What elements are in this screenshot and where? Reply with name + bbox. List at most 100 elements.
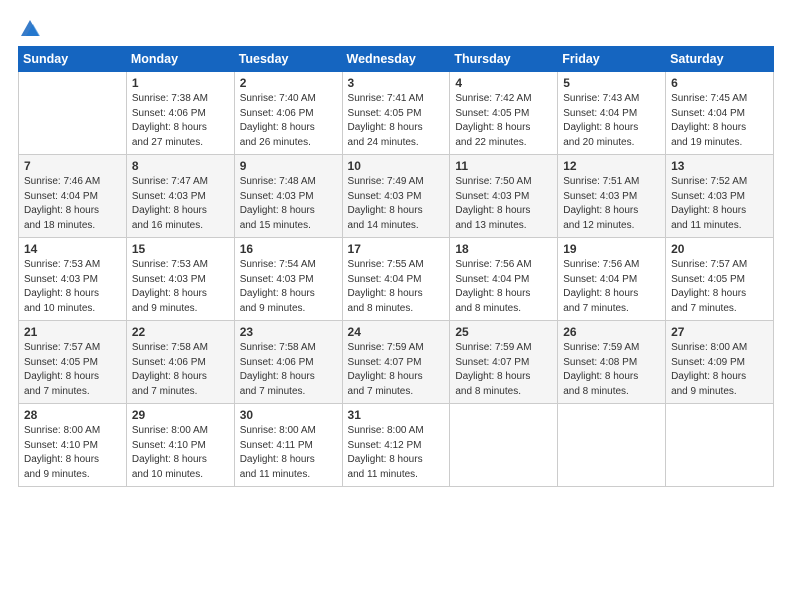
day-number: 20 [671,242,768,256]
day-info: Sunrise: 7:53 AM Sunset: 4:03 PM Dayligh… [132,258,229,316]
day-number: 26 [563,325,660,339]
day-number: 23 [240,325,337,339]
logo-icon [19,18,41,40]
day-cell: 20 Sunrise: 7:57 AM Sunset: 4:05 PM Dayli… [666,238,774,321]
day-info: Sunrise: 7:58 AM Sunset: 4:06 PM Dayligh… [132,341,229,399]
day-number: 14 [24,242,121,256]
day-cell: 14 Sunrise: 7:53 AM Sunset: 4:03 PM Dayli… [19,238,127,321]
day-info: Sunrise: 8:00 AM Sunset: 4:12 PM Dayligh… [348,424,445,482]
day-cell [19,72,127,155]
day-cell: 27 Sunrise: 8:00 AM Sunset: 4:09 PM Dayli… [666,321,774,404]
day-cell: 9Sunrise: 7:48 AM Sunset: 4:03 PM Daylig… [234,155,342,238]
week-row-3: 14 Sunrise: 7:53 AM Sunset: 4:03 PM Dayli… [19,238,774,321]
day-number: 13 [671,159,768,173]
day-info: Sunrise: 7:38 AM Sunset: 4:06 PM Dayligh… [132,92,229,150]
day-cell: 6Sunrise: 7:45 AM Sunset: 4:04 PM Daylig… [666,72,774,155]
day-number: 1 [132,76,229,90]
day-number: 5 [563,76,660,90]
week-row-4: 21 Sunrise: 7:57 AM Sunset: 4:05 PM Dayli… [19,321,774,404]
day-cell: 5 Sunrise: 7:43 AM Sunset: 4:04 PM Daylig… [558,72,666,155]
day-info: Sunrise: 7:46 AM Sunset: 4:04 PM Dayligh… [24,175,121,233]
day-info: Sunrise: 7:59 AM Sunset: 4:07 PM Dayligh… [348,341,445,399]
day-cell: 19Sunrise: 7:56 AM Sunset: 4:04 PM Dayli… [558,238,666,321]
day-number: 2 [240,76,337,90]
day-cell: 26 Sunrise: 7:59 AM Sunset: 4:08 PM Dayli… [558,321,666,404]
day-number: 12 [563,159,660,173]
day-number: 6 [671,76,768,90]
day-cell: 23 Sunrise: 7:58 AM Sunset: 4:06 PM Dayli… [234,321,342,404]
day-info: Sunrise: 7:50 AM Sunset: 4:03 PM Dayligh… [455,175,552,233]
day-info: Sunrise: 7:49 AM Sunset: 4:03 PM Dayligh… [348,175,445,233]
day-number: 31 [348,408,445,422]
day-info: Sunrise: 7:47 AM Sunset: 4:03 PM Dayligh… [132,175,229,233]
day-number: 17 [348,242,445,256]
day-number: 4 [455,76,552,90]
day-info: Sunrise: 7:41 AM Sunset: 4:05 PM Dayligh… [348,92,445,150]
day-cell [666,404,774,487]
day-info: Sunrise: 7:40 AM Sunset: 4:06 PM Dayligh… [240,92,337,150]
day-cell: 24 Sunrise: 7:59 AM Sunset: 4:07 PM Dayli… [342,321,450,404]
day-number: 10 [348,159,445,173]
day-info: Sunrise: 7:59 AM Sunset: 4:08 PM Dayligh… [563,341,660,399]
day-cell: 21 Sunrise: 7:57 AM Sunset: 4:05 PM Dayli… [19,321,127,404]
day-number: 24 [348,325,445,339]
weekday-header-wednesday: Wednesday [342,47,450,72]
day-cell [450,404,558,487]
header [18,18,774,40]
day-cell: 1 Sunrise: 7:38 AM Sunset: 4:06 PM Daylig… [126,72,234,155]
day-cell: 4 Sunrise: 7:42 AM Sunset: 4:05 PM Daylig… [450,72,558,155]
day-info: Sunrise: 7:48 AM Sunset: 4:03 PM Dayligh… [240,175,337,233]
day-number: 22 [132,325,229,339]
weekday-header-sunday: Sunday [19,47,127,72]
day-number: 29 [132,408,229,422]
day-info: Sunrise: 8:00 AM Sunset: 4:11 PM Dayligh… [240,424,337,482]
page: SundayMondayTuesdayWednesdayThursdayFrid… [0,0,792,612]
day-number: 30 [240,408,337,422]
day-cell: 11 Sunrise: 7:50 AM Sunset: 4:03 PM Dayli… [450,155,558,238]
day-cell: 13 Sunrise: 7:52 AM Sunset: 4:03 PM Dayli… [666,155,774,238]
day-info: Sunrise: 8:00 AM Sunset: 4:10 PM Dayligh… [24,424,121,482]
day-number: 11 [455,159,552,173]
day-number: 7 [24,159,121,173]
weekday-header-tuesday: Tuesday [234,47,342,72]
day-info: Sunrise: 7:58 AM Sunset: 4:06 PM Dayligh… [240,341,337,399]
day-info: Sunrise: 7:42 AM Sunset: 4:05 PM Dayligh… [455,92,552,150]
day-number: 27 [671,325,768,339]
day-cell: 2 Sunrise: 7:40 AM Sunset: 4:06 PM Daylig… [234,72,342,155]
logo [18,18,41,40]
day-info: Sunrise: 7:54 AM Sunset: 4:03 PM Dayligh… [240,258,337,316]
day-number: 15 [132,242,229,256]
day-number: 25 [455,325,552,339]
day-cell: 8Sunrise: 7:47 AM Sunset: 4:03 PM Daylig… [126,155,234,238]
day-cell: 31 Sunrise: 8:00 AM Sunset: 4:12 PM Dayli… [342,404,450,487]
week-row-2: 7 Sunrise: 7:46 AM Sunset: 4:04 PM Daylig… [19,155,774,238]
day-cell: 10 Sunrise: 7:49 AM Sunset: 4:03 PM Dayli… [342,155,450,238]
day-cell: 30 Sunrise: 8:00 AM Sunset: 4:11 PM Dayli… [234,404,342,487]
day-info: Sunrise: 7:43 AM Sunset: 4:04 PM Dayligh… [563,92,660,150]
day-number: 28 [24,408,121,422]
calendar: SundayMondayTuesdayWednesdayThursdayFrid… [18,46,774,487]
day-cell: 18Sunrise: 7:56 AM Sunset: 4:04 PM Dayli… [450,238,558,321]
day-info: Sunrise: 7:52 AM Sunset: 4:03 PM Dayligh… [671,175,768,233]
day-cell: 29 Sunrise: 8:00 AM Sunset: 4:10 PM Dayli… [126,404,234,487]
day-cell: 12Sunrise: 7:51 AM Sunset: 4:03 PM Dayli… [558,155,666,238]
weekday-header-row: SundayMondayTuesdayWednesdayThursdayFrid… [19,47,774,72]
day-cell: 16Sunrise: 7:54 AM Sunset: 4:03 PM Dayli… [234,238,342,321]
day-info: Sunrise: 8:00 AM Sunset: 4:10 PM Dayligh… [132,424,229,482]
weekday-header-monday: Monday [126,47,234,72]
day-info: Sunrise: 8:00 AM Sunset: 4:09 PM Dayligh… [671,341,768,399]
day-number: 19 [563,242,660,256]
day-cell [558,404,666,487]
day-cell: 25 Sunrise: 7:59 AM Sunset: 4:07 PM Dayli… [450,321,558,404]
day-number: 21 [24,325,121,339]
day-info: Sunrise: 7:57 AM Sunset: 4:05 PM Dayligh… [24,341,121,399]
day-number: 18 [455,242,552,256]
day-cell: 28 Sunrise: 8:00 AM Sunset: 4:10 PM Dayli… [19,404,127,487]
weekday-header-saturday: Saturday [666,47,774,72]
day-info: Sunrise: 7:59 AM Sunset: 4:07 PM Dayligh… [455,341,552,399]
day-cell: 22 Sunrise: 7:58 AM Sunset: 4:06 PM Dayli… [126,321,234,404]
day-cell: 15 Sunrise: 7:53 AM Sunset: 4:03 PM Dayli… [126,238,234,321]
day-info: Sunrise: 7:53 AM Sunset: 4:03 PM Dayligh… [24,258,121,316]
day-info: Sunrise: 7:57 AM Sunset: 4:05 PM Dayligh… [671,258,768,316]
weekday-header-friday: Friday [558,47,666,72]
